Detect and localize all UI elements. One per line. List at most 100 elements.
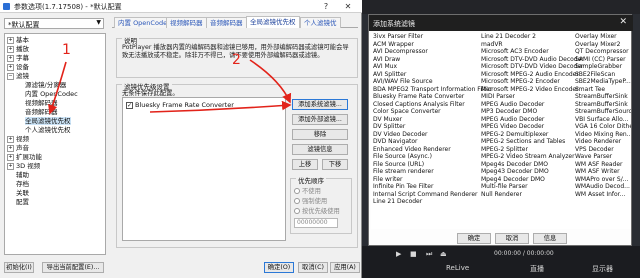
tree-item-assist[interactable]: 辅助 bbox=[16, 171, 29, 179]
filter-info-button[interactable]: 滤镜信息 bbox=[292, 144, 348, 155]
checkbox-icon[interactable]: ✓ bbox=[126, 101, 133, 109]
filter-list-item[interactable]: SampleGrabber bbox=[575, 63, 631, 71]
filter-list-item[interactable]: DV Muxer bbox=[373, 116, 485, 124]
tree-item-subtitles[interactable]: + 字幕 bbox=[7, 54, 29, 62]
filter-list-item[interactable]: Internal Script Command Renderer bbox=[373, 191, 485, 199]
filter-list-item[interactable]: MPEG Audio Decoder bbox=[481, 116, 577, 124]
filter-list-item[interactable]: File stream renderer bbox=[373, 168, 485, 176]
tree-item-global-filter-priority[interactable]: 全局滤镜优先权 bbox=[25, 117, 71, 125]
filter-list-item[interactable]: Infinite Pin Tee Filter bbox=[373, 183, 485, 191]
remove-button[interactable]: 移除 bbox=[292, 129, 348, 140]
filter-row[interactable]: ✓ Bluesky Frame Rate Converter bbox=[126, 101, 234, 110]
filter-list-item[interactable]: 3ivx Parser Filter bbox=[373, 33, 485, 41]
filter-list-item[interactable]: Line 21 Decoder bbox=[373, 198, 485, 206]
filter-list-item[interactable]: MIDI Parser bbox=[481, 93, 577, 101]
expand-icon[interactable]: + bbox=[7, 162, 14, 170]
tree-item-devices[interactable]: + 设备 bbox=[7, 63, 29, 71]
filter-list-item[interactable]: Multi-file Parser bbox=[481, 183, 577, 191]
expand-icon[interactable]: + bbox=[7, 153, 14, 161]
eject-icon[interactable]: ⏏ bbox=[440, 250, 447, 258]
tab-audio-decoder[interactable]: 音频解码器 bbox=[206, 17, 247, 28]
filter-list-item[interactable]: Microsoft DTV-DVD Audio Decoder bbox=[481, 56, 584, 64]
play-icon[interactable]: ▶ bbox=[396, 250, 401, 258]
radio-use-by-priority[interactable]: 按优先级使用 bbox=[294, 206, 340, 215]
filter-list-item[interactable]: ACM Wrapper bbox=[373, 41, 485, 49]
filter-list-item[interactable]: Microsoft AC3 Encoder bbox=[481, 48, 577, 56]
filter-list-item[interactable]: MP3 Decoder DMO bbox=[481, 108, 577, 116]
tree-item-3d-video[interactable]: +3D 视频 bbox=[7, 162, 40, 170]
tab-global-filter-priority[interactable]: 全局滤镜优先权 bbox=[246, 16, 300, 28]
filter-list-item[interactable]: VBI Surface Allo... bbox=[575, 116, 631, 124]
export-config-button[interactable]: 导出当前配置(E)... bbox=[42, 262, 104, 273]
filter-list-item[interactable]: AVI/WAV File Source bbox=[373, 78, 485, 86]
tree-item-archive[interactable]: 存档 bbox=[16, 180, 29, 188]
filter-list-item[interactable]: Mpeg4s Decoder DMO bbox=[481, 161, 577, 169]
ok-button[interactable]: 确定(O) bbox=[264, 262, 294, 273]
expand-icon[interactable]: + bbox=[7, 54, 14, 62]
apply-button[interactable]: 应用(A) bbox=[330, 262, 360, 273]
filter-list-item[interactable]: Enhanced Video Renderer bbox=[373, 146, 485, 154]
filter-list-item[interactable]: Wave Parser bbox=[575, 153, 631, 161]
filter-list-item[interactable]: Overlay Mixer2 bbox=[575, 41, 631, 49]
filter-list-item[interactable]: VPS Decoder bbox=[575, 146, 631, 154]
expand-icon[interactable]: + bbox=[7, 36, 14, 44]
relive-label[interactable]: ReLive bbox=[446, 264, 469, 272]
tree-item-opencodec[interactable]: 内置 OpenCodec bbox=[25, 90, 78, 98]
close-icon[interactable]: ✕ bbox=[619, 17, 627, 27]
add-system-filter-button[interactable]: 添加系统滤镜... bbox=[292, 99, 348, 110]
tree-item-audio-decoder[interactable]: 音频解码器 bbox=[25, 108, 58, 116]
filter-list-item[interactable]: MPEG-2 Splitter bbox=[481, 146, 577, 154]
filter-list-item[interactable]: VGA 16 Color Dithe... bbox=[575, 123, 631, 131]
filter-list-item[interactable]: Line 21 Decoder 2 bbox=[481, 33, 577, 41]
move-up-button[interactable]: 上移 bbox=[292, 159, 318, 170]
filter-list-item[interactable]: BDA MPEG2 Transport Information Filter bbox=[373, 86, 492, 94]
filter-list-item[interactable]: AVI Decompressor bbox=[373, 48, 485, 56]
radio-not-use[interactable]: 不使用 bbox=[294, 186, 321, 195]
tree-item-basic[interactable]: + 基本 bbox=[7, 36, 29, 44]
tree-item-source-filters[interactable]: 源滤镜/分离器 bbox=[25, 81, 66, 89]
filter-list-item[interactable]: Video Mixing Ren... bbox=[575, 131, 631, 139]
filter-list-item[interactable]: DV Splitter bbox=[373, 123, 485, 131]
monitor-label[interactable]: 显示器 bbox=[592, 264, 613, 274]
filter-list-item[interactable]: QT Decompressor bbox=[575, 48, 631, 56]
filter-list-item[interactable]: WM ASF Writer bbox=[575, 168, 631, 176]
close-icon[interactable]: ✕ bbox=[338, 1, 358, 12]
tree-item-associations[interactable]: 关联 bbox=[16, 189, 29, 197]
filter-list-item[interactable]: Null Renderer bbox=[481, 191, 577, 199]
filter-list-item[interactable]: SBE2MediaTypeP... bbox=[575, 78, 631, 86]
tab-video-decoder[interactable]: 视频解码器 bbox=[166, 17, 207, 28]
tree-item-audio[interactable]: + 声音 bbox=[7, 144, 29, 152]
dialog-cancel-button[interactable]: 取消 bbox=[495, 233, 529, 244]
filter-list-item[interactable]: StreamBufferSink bbox=[575, 101, 631, 109]
filter-list-item[interactable]: Microsoft MPEG-2 Encoder bbox=[481, 78, 577, 86]
filter-list-item[interactable]: Microsoft DTV-DVD Video Decoder bbox=[481, 63, 584, 71]
filter-list-item[interactable]: Closed Captions Analysis Filter bbox=[373, 101, 485, 109]
live-label[interactable]: 直播 bbox=[530, 264, 544, 274]
expand-icon[interactable]: + bbox=[7, 45, 14, 53]
filter-list-item[interactable]: File writer bbox=[373, 176, 485, 184]
filter-list-item[interactable]: Video Renderer bbox=[575, 138, 631, 146]
expand-icon[interactable]: + bbox=[7, 63, 14, 71]
tree-item-playback[interactable]: + 播放 bbox=[7, 45, 29, 53]
filter-list-item[interactable]: madVR bbox=[481, 41, 577, 49]
dialog-info-button[interactable]: 信息 bbox=[533, 233, 567, 244]
filter-list-item[interactable]: DV Video Decoder bbox=[373, 131, 485, 139]
dialog-ok-button[interactable]: 确定 bbox=[457, 233, 491, 244]
preset-select[interactable]: *默认配置 ▼ bbox=[4, 18, 104, 29]
filter-list-item[interactable]: WMAPro over S/... bbox=[575, 176, 631, 184]
filter-list-item[interactable]: File Source (Async.) bbox=[373, 153, 485, 161]
add-external-filter-button[interactable]: 添加外部滤镜... bbox=[292, 114, 348, 125]
filter-list-item[interactable]: WMAudio Decod... bbox=[575, 183, 631, 191]
filter-list-item[interactable]: DVD Navigator bbox=[373, 138, 485, 146]
filter-list-item[interactable]: MPEG-2 Sections and Tables bbox=[481, 138, 577, 146]
filter-list-item[interactable]: MPEG Video Decoder bbox=[481, 123, 577, 131]
filter-list-item[interactable]: Microsoft MPEG-2 Video Encoder bbox=[481, 86, 579, 94]
tree-item-video-decoder[interactable]: 视频解码器 bbox=[25, 99, 58, 107]
cancel-button[interactable]: 取消(C) bbox=[298, 262, 328, 273]
filter-list-item[interactable]: Smart Tee bbox=[575, 86, 631, 94]
filter-list-item[interactable]: Mpeg43 Decoder DMO bbox=[481, 168, 577, 176]
tree-item-config[interactable]: 配置 bbox=[16, 198, 29, 206]
tree-item-filters[interactable]: − 滤镜 bbox=[7, 72, 29, 80]
expand-icon[interactable]: + bbox=[7, 135, 14, 143]
filter-list-item[interactable]: MPEG-2 Video Stream Analyzer bbox=[481, 153, 577, 161]
